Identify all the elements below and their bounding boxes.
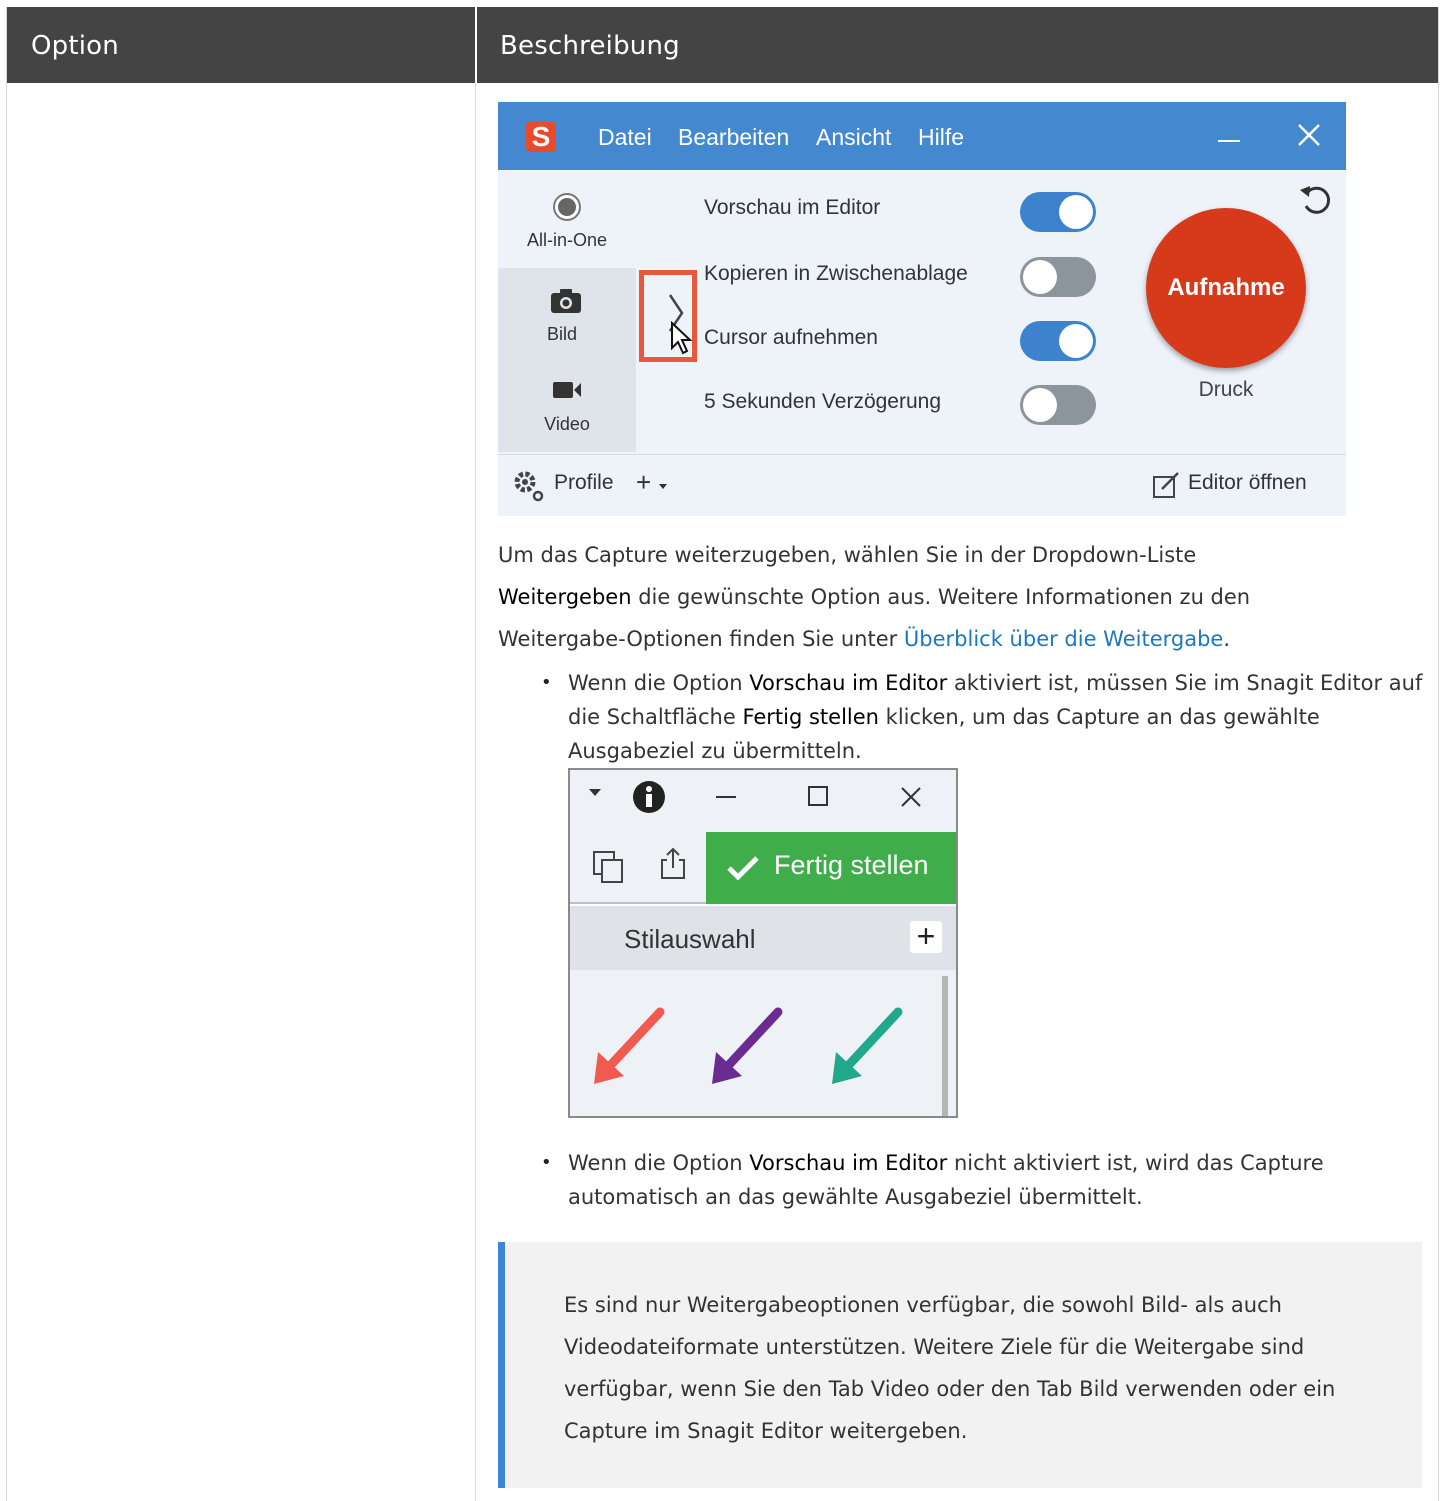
tab-video-label: Video: [544, 414, 590, 434]
editor-screenshot: Fertig stellen Stilauswahl +: [568, 768, 958, 1118]
menu-bearbeiten[interactable]: Bearbeiten: [678, 124, 789, 151]
finish-button[interactable]: Fertig stellen: [706, 832, 956, 904]
info-icon[interactable]: [632, 780, 666, 814]
editor-title-bar: [570, 770, 956, 832]
tab-all-in-one[interactable]: All-in-One: [498, 170, 636, 268]
share-dropdown-name: Weitergeben: [498, 585, 632, 609]
tab-video[interactable]: Video: [498, 360, 636, 452]
minimize-icon[interactable]: [1218, 140, 1240, 142]
list-item: Wenn die Option Vorschau im Editor aktiv…: [541, 666, 1428, 768]
toggle-knob: [1023, 260, 1057, 294]
table-header: Option Beschreibung: [7, 7, 1438, 83]
bullet-list: Wenn die Option Vorschau im Editor aktiv…: [541, 666, 1428, 768]
share-overview-link[interactable]: Überblick über die Weitergabe: [904, 627, 1223, 651]
tab-all-in-one-label: All-in-One: [526, 230, 608, 250]
chevron-down-icon[interactable]: [658, 483, 668, 491]
checkmark-icon: [727, 856, 759, 881]
column-divider: [475, 83, 476, 1501]
open-editor-link[interactable]: Editor öffnen: [1188, 471, 1307, 495]
menu-datei[interactable]: Datei: [598, 124, 652, 151]
toggle-capture-cursor[interactable]: [1020, 321, 1096, 361]
style-gallery: [570, 970, 956, 1116]
share-paragraph: Um das Capture weiterzugeben, wählen Sie…: [498, 534, 1398, 660]
toggle-knob: [1023, 388, 1057, 422]
toggle-delay[interactable]: [1020, 385, 1096, 425]
capture-footer: Profile + Editor öffnen: [498, 454, 1346, 516]
edit-icon: [1153, 472, 1179, 498]
toggle-copy-to-clipboard[interactable]: [1020, 257, 1096, 297]
paragraph-text: die gewünschte Option aus. Weitere Infor…: [631, 585, 1251, 609]
list-text: Wenn die Option: [568, 1151, 750, 1175]
close-icon[interactable]: [900, 786, 922, 808]
radio-dot-icon: [553, 193, 581, 221]
menu-hilfe[interactable]: Hilfe: [918, 124, 964, 151]
note-text: Es sind nur Weitergabeoptionen verfügbar…: [564, 1293, 1336, 1443]
list-bold-text: Vorschau im Editor: [749, 671, 948, 695]
paragraph-text: Weitergabe-Optionen finden Sie unter: [498, 627, 904, 651]
dropdown-arrow-icon[interactable]: [588, 788, 602, 798]
minimize-icon[interactable]: [716, 796, 736, 798]
capture-window-screenshot: S Datei Bearbeiten Ansicht Hilfe All-in-…: [498, 102, 1346, 516]
list-bold-text: Vorschau im Editor: [749, 1151, 948, 1175]
option-capture-cursor: Cursor aufnehmen: [704, 326, 878, 349]
add-style-button[interactable]: +: [910, 920, 942, 953]
note-box: Es sind nur Weitergabeoptionen verfügbar…: [498, 1242, 1422, 1488]
gear-icon[interactable]: [512, 469, 546, 503]
capture-button[interactable]: Aufnahme: [1146, 208, 1306, 368]
camera-icon: [551, 289, 581, 313]
option-copy-to-clipboard: Kopieren in Zwischenablage: [704, 262, 968, 285]
tab-image[interactable]: Bild: [498, 268, 636, 360]
list-item: Wenn die Option Vorschau im Editor nicht…: [541, 1146, 1428, 1214]
list-text: Wenn die Option: [568, 671, 750, 695]
capture-title-bar: S Datei Bearbeiten Ansicht Hilfe: [498, 102, 1346, 170]
close-icon[interactable]: [1294, 120, 1324, 150]
list-bold-text: Fertig stellen: [742, 705, 879, 729]
finish-button-label: Fertig stellen: [774, 850, 929, 880]
style-picker-title: Stilauswahl: [624, 924, 756, 954]
header-option: Option: [31, 31, 119, 61]
teal-arrow-style[interactable]: [828, 1006, 908, 1090]
scrollbar[interactable]: [942, 976, 948, 1116]
copy-icon[interactable]: [592, 850, 624, 884]
toggle-knob: [1059, 195, 1093, 229]
video-camera-icon: [553, 382, 581, 398]
purple-arrow-style[interactable]: [708, 1006, 788, 1090]
maximize-icon[interactable]: [808, 786, 828, 806]
tab-image-label: Bild: [546, 324, 577, 344]
style-picker-header: Stilauswahl +: [570, 906, 956, 970]
toggle-preview-in-editor[interactable]: [1020, 192, 1096, 232]
menu-ansicht[interactable]: Ansicht: [816, 124, 891, 151]
expand-panel-highlight: [639, 270, 697, 362]
snagit-logo: S: [526, 122, 556, 152]
paragraph-text: .: [1223, 627, 1231, 651]
reset-icon[interactable]: [1296, 180, 1336, 220]
red-arrow-style[interactable]: [590, 1006, 670, 1090]
bullet-list: Wenn die Option Vorschau im Editor nicht…: [541, 1146, 1428, 1214]
option-preview-in-editor: Vorschau im Editor: [704, 196, 881, 219]
mouse-cursor-icon: [671, 321, 693, 355]
profile-label[interactable]: Profile: [554, 471, 614, 495]
share-icon[interactable]: [658, 846, 688, 880]
header-divider: [475, 7, 477, 83]
toggle-knob: [1059, 324, 1093, 358]
option-delay: 5 Sekunden Verzögerung: [704, 390, 942, 413]
paragraph-text: Um das Capture weiterzugeben, wählen Sie…: [498, 543, 1197, 567]
capture-hotkey: Druck: [1198, 378, 1254, 401]
header-description: Beschreibung: [500, 31, 680, 61]
add-profile-button[interactable]: +: [636, 467, 651, 498]
